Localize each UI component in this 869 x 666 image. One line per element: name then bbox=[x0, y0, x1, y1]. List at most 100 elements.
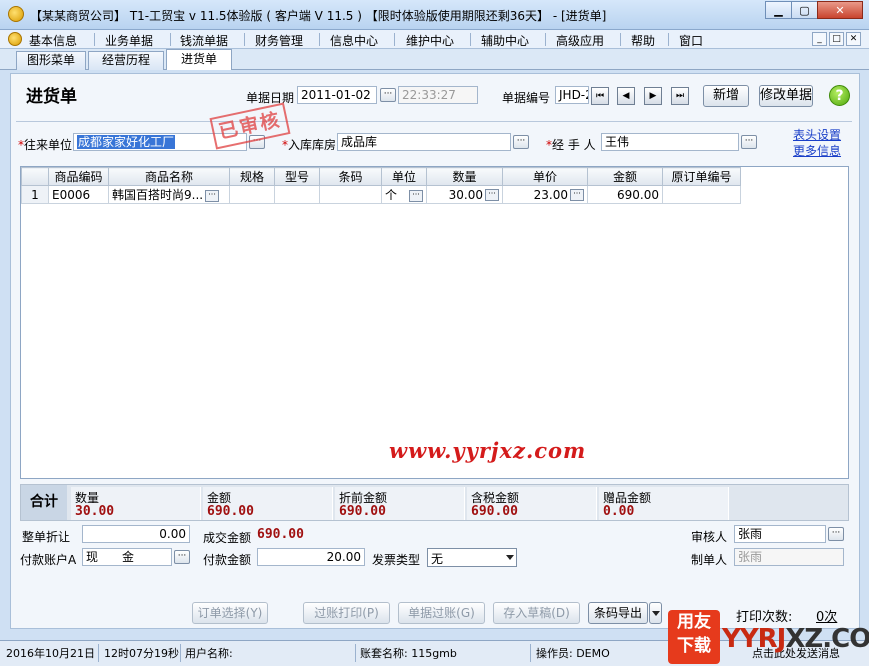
mdi-minimize-button[interactable]: _ bbox=[812, 32, 827, 46]
last-record-button[interactable]: ⏭ bbox=[671, 87, 689, 105]
discount-field[interactable]: 0.00 bbox=[82, 525, 190, 543]
column-header[interactable]: 商品名称 bbox=[108, 167, 230, 186]
next-record-button[interactable]: ▶ bbox=[644, 87, 662, 105]
menu-advanced[interactable]: 高级应用 bbox=[556, 32, 604, 49]
column-header[interactable]: 原订单编号 bbox=[662, 167, 742, 186]
warehouse-select-button[interactable]: ··· bbox=[513, 135, 529, 149]
price-button[interactable]: ··· bbox=[570, 189, 585, 201]
doc-no-field[interactable]: JHD-2 bbox=[555, 86, 589, 104]
site-logo-text: YYRJXZ.COM bbox=[722, 624, 869, 654]
dropdown-arrow-icon bbox=[652, 611, 660, 616]
totals-label: 合计 bbox=[21, 485, 67, 520]
cell-name-text: 韩国百搭时尚9... bbox=[112, 188, 204, 202]
date-field[interactable]: 2011-01-02 bbox=[297, 86, 377, 104]
cell-orig-order[interactable] bbox=[662, 185, 742, 204]
window-title: 【某某商贸公司】 T1-工贸宝 v 11.5体验版 ( 客户端 V 11.5 )… bbox=[30, 9, 607, 23]
logo-badge-bottom: 下载 bbox=[677, 636, 711, 656]
cell-code[interactable]: E0006 bbox=[48, 185, 109, 204]
help-icon[interactable]: ? bbox=[829, 85, 850, 106]
status-time: 12时07分19秒 bbox=[104, 647, 179, 660]
column-header[interactable]: 型号 bbox=[274, 167, 320, 186]
totals-bar: 合计 数量 30.00 金额 690.00 折前金额 690.00 含税金额 6… bbox=[20, 484, 849, 521]
menu-assist[interactable]: 辅助中心 bbox=[481, 32, 529, 49]
menu-separator bbox=[94, 33, 95, 46]
status-user: 用户名称: bbox=[185, 647, 233, 660]
cell-amount[interactable]: 690.00 bbox=[587, 185, 664, 204]
discount-label: 整单折让 bbox=[22, 530, 71, 544]
time-field: 22:33:27 bbox=[398, 86, 478, 104]
cell-spec[interactable] bbox=[229, 185, 275, 204]
menu-window[interactable]: 窗口 bbox=[679, 32, 703, 49]
more-info-link[interactable]: 更多信息 bbox=[793, 142, 841, 159]
cell-barcode[interactable] bbox=[319, 185, 382, 204]
header-settings-link[interactable]: 表头设置 bbox=[793, 126, 841, 143]
handler-select-button[interactable]: ··· bbox=[741, 135, 757, 149]
column-header[interactable]: 数量 bbox=[426, 167, 504, 186]
menu-basic-info[interactable]: 基本信息 bbox=[29, 32, 77, 49]
menu-info-center[interactable]: 信息中心 bbox=[330, 32, 378, 49]
cell-qty-text: 30.00 bbox=[448, 187, 484, 202]
column-header[interactable]: 商品编码 bbox=[48, 167, 109, 186]
minimize-button[interactable]: ▁ bbox=[765, 1, 792, 19]
cell-unit[interactable]: 个 ··· bbox=[380, 185, 428, 204]
menu-separator bbox=[394, 33, 395, 46]
menu-separator bbox=[170, 33, 171, 46]
menu-maintenance[interactable]: 维护中心 bbox=[406, 32, 454, 49]
mdi-close-button[interactable]: ✕ bbox=[846, 32, 861, 46]
pay-account-select-button[interactable]: ··· bbox=[174, 550, 190, 564]
edit-document-button[interactable]: 修改单据 bbox=[759, 85, 813, 107]
cell-model[interactable] bbox=[274, 185, 320, 204]
mdi-restore-button[interactable]: □ bbox=[829, 32, 844, 46]
auditor-select-button[interactable]: ··· bbox=[828, 527, 844, 541]
tab-history[interactable]: 经营历程 bbox=[88, 51, 164, 70]
total-gift-value: 0.00 bbox=[603, 504, 635, 519]
tab-purchase-order[interactable]: 进货单 bbox=[166, 49, 232, 70]
total-qty: 数量 30.00 bbox=[71, 487, 201, 520]
auditor-field[interactable]: 张雨 bbox=[734, 525, 826, 543]
post-print-button[interactable]: 过账打印(P) bbox=[303, 602, 390, 624]
maximize-button[interactable]: ▢ bbox=[791, 1, 818, 19]
doc-no-label: 单据编号 bbox=[502, 91, 551, 105]
status-separator bbox=[530, 644, 531, 662]
column-header[interactable]: 金额 bbox=[587, 167, 664, 186]
unit-select-button[interactable]: ··· bbox=[409, 189, 424, 202]
cell-qty[interactable]: 30.00 ··· bbox=[426, 185, 504, 204]
new-button[interactable]: 新增 bbox=[703, 85, 749, 107]
first-record-button[interactable]: ⏮ bbox=[591, 87, 609, 105]
handler-field[interactable]: 王伟 bbox=[601, 133, 739, 151]
watermark-text: www.yyrjxz.com bbox=[389, 438, 587, 463]
column-header[interactable]: 单位 bbox=[380, 167, 428, 186]
menu-finance[interactable]: 财务管理 bbox=[255, 32, 303, 49]
save-draft-button[interactable]: 存入草稿(D) bbox=[493, 602, 580, 624]
total-qty-value: 30.00 bbox=[75, 504, 115, 519]
warehouse-field[interactable]: 成品库 bbox=[337, 133, 511, 151]
barcode-export-button[interactable]: 条码导出 bbox=[588, 602, 648, 624]
app-menu-icon[interactable] bbox=[8, 32, 22, 46]
menu-help[interactable]: 帮助 bbox=[631, 32, 655, 49]
invoice-type-select[interactable]: 无 bbox=[427, 548, 517, 567]
date-picker-button[interactable]: ··· bbox=[380, 88, 396, 102]
tab-graphic-menu[interactable]: 图形菜单 bbox=[16, 51, 86, 70]
cell-name[interactable]: 韩国百搭时尚9... ··· bbox=[108, 185, 230, 204]
column-header[interactable]: 单价 bbox=[502, 167, 589, 186]
cell-price[interactable]: 23.00 ··· bbox=[502, 185, 589, 204]
grid-header-row: 商品编码 商品名称 规格 型号 条码 单位 数量 单价 金额 原订单编号 bbox=[21, 167, 742, 186]
name-select-button[interactable]: ··· bbox=[205, 189, 220, 202]
logo-site-a: YYRJ bbox=[722, 624, 786, 654]
cell-price-text: 23.00 bbox=[533, 187, 569, 202]
column-header[interactable]: 条码 bbox=[319, 167, 382, 186]
close-button[interactable]: ✕ bbox=[817, 1, 863, 19]
menu-business-docs[interactable]: 业务单据 bbox=[105, 32, 153, 49]
table-row[interactable]: 1 E0006 韩国百搭时尚9... ··· 个 ··· 30.00 ··· 23.0… bbox=[21, 185, 742, 204]
menu-cash-docs[interactable]: 钱流单据 bbox=[180, 32, 228, 49]
order-select-button[interactable]: 订单选择(Y) bbox=[192, 602, 268, 624]
column-header[interactable]: 规格 bbox=[229, 167, 275, 186]
pay-account-field[interactable]: 现 金 bbox=[82, 548, 172, 566]
prev-record-button[interactable]: ◀ bbox=[617, 87, 635, 105]
row-number: 1 bbox=[21, 185, 49, 204]
header-divider bbox=[16, 121, 852, 122]
qty-button[interactable]: ··· bbox=[485, 189, 500, 201]
barcode-export-dropdown[interactable] bbox=[649, 602, 662, 624]
pay-amount-field[interactable]: 20.00 bbox=[257, 548, 365, 566]
post-document-button[interactable]: 单据过账(G) bbox=[398, 602, 485, 624]
